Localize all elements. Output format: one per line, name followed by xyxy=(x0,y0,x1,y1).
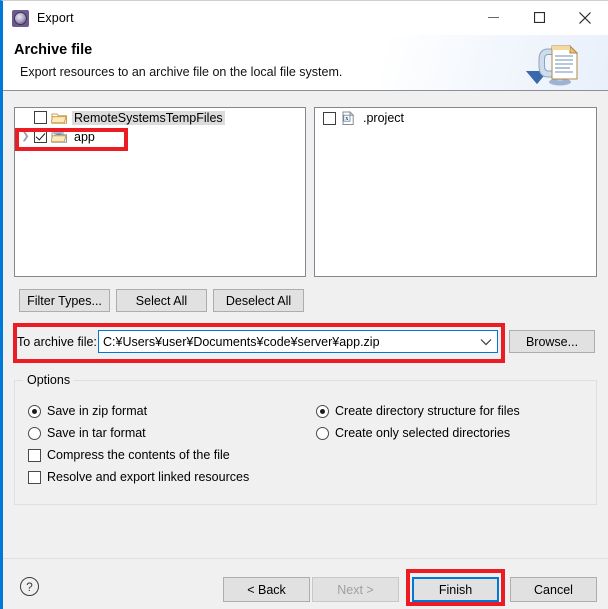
option-label-save-zip: Save in zip format xyxy=(47,404,148,418)
folder-icon xyxy=(50,111,68,125)
maximize-icon[interactable] xyxy=(516,1,562,34)
chevron-down-icon[interactable] xyxy=(475,331,497,352)
archive-file-combobox[interactable]: C:¥Users¥user¥Documents¥code¥server¥app.… xyxy=(98,330,498,353)
tree-row-remotesystemstempfiles[interactable]: RemoteSystemsTempFiles xyxy=(15,108,305,127)
cancel-button[interactable]: Cancel xyxy=(510,577,597,602)
radio-create-dir-structure[interactable] xyxy=(316,404,329,418)
tree-row-app[interactable]: ❯ app xyxy=(15,127,305,146)
radio-save-zip[interactable] xyxy=(28,404,41,418)
xml-file-icon: x xyxy=(340,111,357,125)
checkbox-resolve-linked[interactable] xyxy=(28,470,41,484)
tree-checkbox-app[interactable] xyxy=(34,130,47,143)
option-label-dir-structure: Create directory structure for files xyxy=(335,404,520,418)
browse-button[interactable]: Browse... xyxy=(509,330,595,353)
radio-save-tar[interactable] xyxy=(28,426,41,440)
resource-tree-left[interactable]: RemoteSystemsTempFiles ❯ app xyxy=(14,107,306,277)
option-label-save-tar: Save in tar format xyxy=(47,426,146,440)
option-save-in-tar-format[interactable]: Save in tar format xyxy=(28,426,146,440)
option-save-in-zip-format[interactable]: Save in zip format xyxy=(28,404,147,418)
wizard-header: Archive file Export resources to an arch… xyxy=(3,35,608,91)
window-title: Export xyxy=(37,11,74,25)
archive-file-label: To archive file: xyxy=(17,335,97,349)
select-all-button[interactable]: Select All xyxy=(116,289,207,312)
archive-file-input[interactable]: C:¥Users¥user¥Documents¥code¥server¥app.… xyxy=(99,335,475,349)
option-label-only-selected: Create only selected directories xyxy=(335,426,511,440)
back-button[interactable]: < Back xyxy=(223,577,310,602)
close-icon[interactable] xyxy=(562,1,608,34)
option-label-resolve: Resolve and export linked resources xyxy=(47,470,250,484)
page-title: Archive file xyxy=(14,42,93,58)
tree-label-remotesystemstempfiles: RemoteSystemsTempFiles xyxy=(72,110,225,125)
help-question-icon[interactable]: ? xyxy=(20,577,39,596)
open-folder-icon xyxy=(50,130,68,144)
export-dialog: Export Archive file Export resources to … xyxy=(0,0,608,609)
option-label-compress: Compress the contents of the file xyxy=(47,448,230,462)
tree-row-project[interactable]: x .project xyxy=(315,108,596,127)
resource-tree-right[interactable]: x .project xyxy=(314,107,597,277)
deselect-all-button[interactable]: Deselect All xyxy=(213,289,304,312)
page-description: Export resources to an archive file on t… xyxy=(20,65,343,79)
dialog-footer: ? < Back Next > Finish Cancel xyxy=(3,558,608,609)
options-legend: Options xyxy=(23,373,75,387)
window-controls xyxy=(470,1,608,34)
radio-create-only-selected[interactable] xyxy=(316,426,329,440)
tree-checkbox-project[interactable] xyxy=(323,111,336,125)
tree-label-app: app xyxy=(74,129,95,144)
svg-text:x: x xyxy=(345,116,348,122)
chevron-right-icon[interactable]: ❯ xyxy=(17,131,34,142)
dialog-body: RemoteSystemsTempFiles ❯ app x .project … xyxy=(3,92,608,558)
filter-types-button[interactable]: Filter Types... xyxy=(19,289,110,312)
next-button: Next > xyxy=(312,577,399,602)
tree-checkbox-remotesystemstempfiles[interactable] xyxy=(34,111,47,124)
options-group xyxy=(14,380,597,505)
option-create-directory-structure[interactable]: Create directory structure for files xyxy=(316,404,520,418)
tree-label-project: .project xyxy=(363,111,404,125)
title-bar: Export xyxy=(3,1,608,35)
checkbox-compress-contents[interactable] xyxy=(28,448,41,462)
option-create-only-selected-directories[interactable]: Create only selected directories xyxy=(316,426,510,440)
option-compress-contents[interactable]: Compress the contents of the file xyxy=(28,448,230,462)
minimize-icon[interactable] xyxy=(470,1,516,34)
export-wizard-gear-icon xyxy=(12,9,29,27)
export-archive-banner-icon xyxy=(504,37,600,91)
option-resolve-linked-resources[interactable]: Resolve and export linked resources xyxy=(28,470,249,484)
finish-button[interactable]: Finish xyxy=(412,577,499,602)
